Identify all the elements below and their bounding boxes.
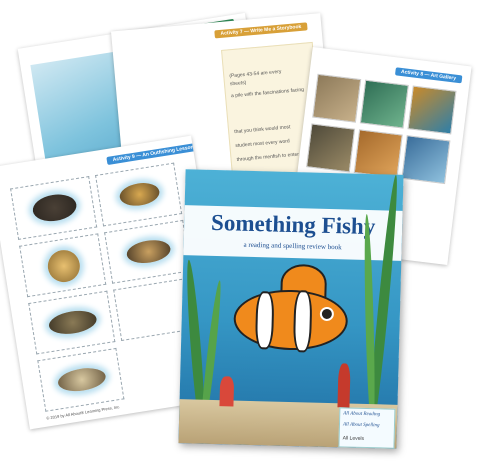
- gallery-photo: [312, 73, 362, 123]
- clownfish-illustration: [227, 263, 349, 353]
- story-activity-tag: Activity 7 — Write Me a Storybook: [214, 22, 308, 39]
- fish-cards-tag: Activity 9 — An Outfishing Lesson: [106, 142, 201, 166]
- fish-card: [37, 347, 125, 412]
- fish-illustration: [30, 191, 79, 225]
- fish-card: [95, 162, 183, 227]
- clownfish-stripe: [292, 290, 313, 353]
- fish-card: [28, 290, 116, 355]
- fish-card: [19, 233, 107, 298]
- fish-illustration: [47, 307, 99, 338]
- gallery-photo: [401, 135, 451, 185]
- fish-illustration: [118, 180, 162, 209]
- art-gallery-tag: Activity 8 — Art Gallery: [394, 67, 463, 84]
- gallery-photo: [306, 123, 356, 173]
- book-cover: Something Fishy a reading and spelling r…: [178, 169, 404, 449]
- gallery-photo: [353, 129, 403, 179]
- brand-badge: All About Reading All About Spelling All…: [338, 407, 396, 449]
- clownfish-body: [232, 288, 349, 352]
- coral-illustration: [219, 376, 235, 407]
- gallery-photo: [407, 85, 457, 135]
- levels-label: All Levels: [342, 435, 365, 442]
- clownfish-stripe: [254, 291, 275, 350]
- fish-card: [10, 176, 98, 240]
- fish-illustration: [56, 365, 108, 395]
- reading-badge: All About Reading: [343, 411, 381, 418]
- spelling-badge: All About Spelling: [342, 422, 380, 429]
- fish-illustration: [125, 237, 173, 266]
- gallery-photo: [359, 79, 409, 129]
- coral-illustration: [337, 363, 351, 408]
- fish-card: [104, 219, 192, 284]
- fish-illustration: [45, 247, 83, 285]
